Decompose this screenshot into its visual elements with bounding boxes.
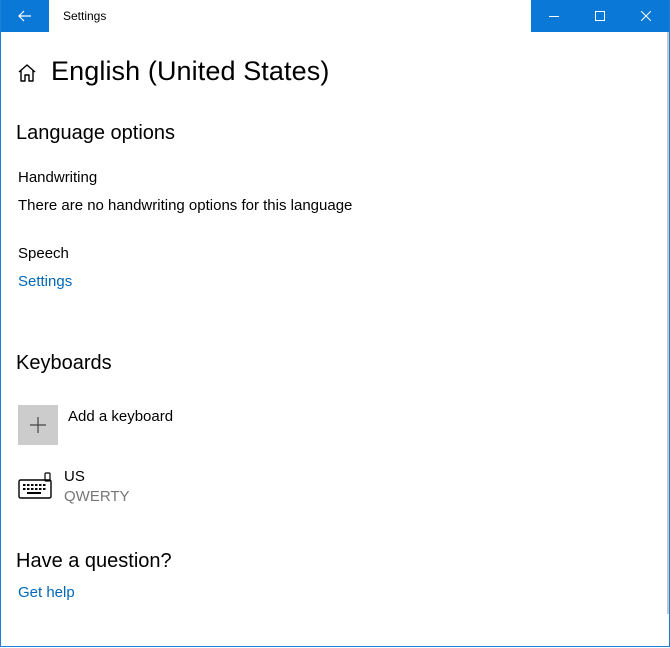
back-arrow-icon [18, 10, 31, 22]
help-heading: Have a question? [16, 550, 172, 572]
window-controls [531, 0, 669, 32]
speech-label: Speech [18, 245, 69, 262]
keyboard-text: US QWERTY [64, 468, 130, 505]
keyboard-item-us[interactable]: US QWERTY [18, 468, 130, 505]
close-icon [641, 11, 651, 21]
handwriting-text: There are no handwriting options for thi… [18, 197, 353, 214]
back-button[interactable] [1, 0, 49, 32]
keyboards-heading: Keyboards [16, 352, 112, 374]
scrollbar[interactable] [667, 32, 669, 614]
keyboard-name: US [64, 468, 85, 485]
speech-settings-link[interactable]: Settings [18, 273, 72, 290]
keyboard-layout: QWERTY [64, 488, 130, 505]
maximize-button[interactable] [577, 0, 623, 32]
page-title: English (United States) [51, 56, 330, 86]
add-keyboard-label: Add a keyboard [68, 408, 174, 425]
minimize-icon [549, 16, 559, 17]
get-help-link[interactable]: Get help [18, 584, 75, 601]
keyboard-icon [18, 472, 52, 499]
add-keyboard-button[interactable]: Add a keyboard [18, 405, 173, 445]
window-title: Settings [63, 9, 107, 23]
title-bar: Settings [1, 0, 669, 32]
plus-icon [30, 417, 46, 433]
close-button[interactable] [623, 0, 669, 32]
home-icon[interactable] [16, 62, 38, 84]
handwriting-label: Handwriting [18, 169, 98, 186]
language-options-heading: Language options [16, 122, 176, 144]
maximize-icon [595, 11, 605, 21]
add-keyboard-tile[interactable] [18, 405, 58, 445]
page-header: English (United States) [16, 56, 329, 87]
minimize-button[interactable] [531, 0, 577, 32]
settings-window: Settings English (United States) Languag… [0, 0, 670, 647]
